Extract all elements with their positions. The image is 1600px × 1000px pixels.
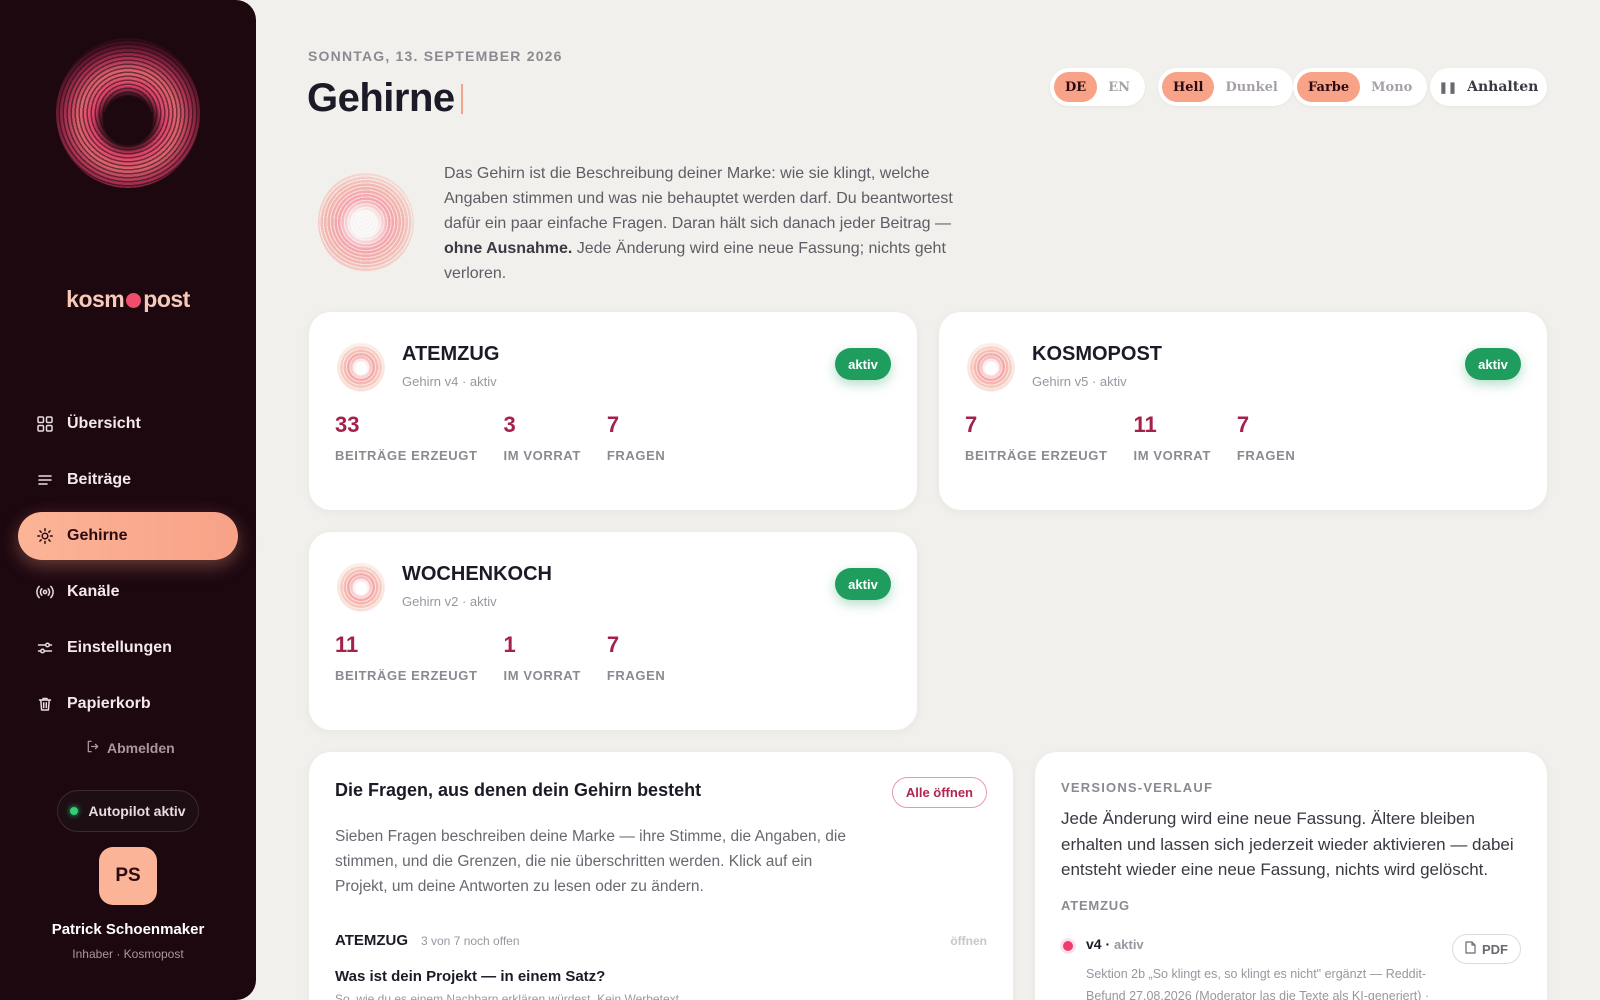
color-mono-option[interactable]: Mono — [1360, 72, 1423, 102]
user-role: Inhaber · Kosmopost — [72, 947, 184, 961]
nav-item-einstellungen[interactable]: Einstellungen — [18, 624, 238, 672]
avatar[interactable]: PS — [99, 847, 157, 905]
theme-toggle: Hell Dunkel — [1158, 68, 1293, 106]
nav-item-kanaele[interactable]: Kanäle — [18, 568, 238, 616]
open-all-button[interactable]: Alle öffnen — [891, 777, 987, 808]
page-date: SONNTAG, 13. SEPTEMBER 2026 — [308, 48, 563, 64]
stat-stock: 1 IM VORRAT — [503, 632, 581, 683]
brain-card-atemzug[interactable]: ATEMZUG Gehirn v4 · aktiv aktiv 33 BEITRÄ… — [309, 312, 917, 510]
lines-icon — [36, 471, 54, 489]
brain-stats: 7 BEITRÄGE ERZEUGT 11 IM VORRAT 7 FRAGEN — [965, 412, 1321, 463]
brain-orb-logo — [56, 38, 200, 188]
lang-de-option[interactable]: DE — [1054, 72, 1098, 102]
brain-orb-icon — [337, 562, 385, 612]
stat-questions: 7 FRAGEN — [1236, 412, 1296, 463]
status-dot-icon — [70, 807, 79, 815]
brand-logo[interactable]: kosm post — [0, 286, 256, 313]
brain-stats: 33 BEITRÄGE ERZEUGT 3 IM VORRAT 7 FRAGEN — [335, 412, 691, 463]
version-project-name: ATEMZUG — [1061, 898, 1130, 913]
version-history-label: VERSIONS-VERLAUF — [1061, 780, 1214, 795]
brain-orb-icon — [967, 342, 1015, 392]
questions-title: Die Fragen, aus denen dein Gehirn besteh… — [335, 780, 702, 800]
brain-orb-illustration — [318, 172, 414, 272]
stat-posts: 33 BEITRÄGE ERZEUGT — [335, 412, 478, 463]
sliders-icon — [36, 639, 54, 657]
nav-item-papierkorb[interactable]: Papierkorb — [18, 680, 238, 728]
version-entry-title: v4 · aktiv — [1086, 936, 1144, 952]
brain-name: ATEMZUG — [402, 343, 500, 365]
active-version-dot-icon — [1063, 941, 1073, 951]
open-project-link[interactable]: öffnen — [950, 934, 987, 948]
stat-posts: 11 BEITRÄGE ERZEUGT — [335, 632, 478, 683]
language-toggle: DE EN — [1050, 68, 1145, 106]
pause-icon: ❚❚ — [1438, 80, 1458, 94]
brain-card-kosmopost[interactable]: KOSMOPOST Gehirn v5 · aktiv aktiv 7 BEITR… — [939, 312, 1547, 510]
brain-name: WOCHENKOCH — [402, 563, 552, 585]
brain-name: KOSMOPOST — [1032, 343, 1163, 365]
trash-icon — [36, 695, 54, 713]
logout-link[interactable]: Abmelden — [86, 740, 175, 756]
nav-item-beitraege[interactable]: Beiträge — [18, 456, 238, 504]
version-history-card: VERSIONS-VERLAUF Jede Änderung wird eine… — [1035, 752, 1547, 1000]
stat-posts: 7 BEITRÄGE ERZEUGT — [965, 412, 1108, 463]
stat-questions: 7 FRAGEN — [606, 412, 666, 463]
sidebar: kosm post Übersicht Beiträge Gehirne Kanä… — [0, 0, 256, 1000]
page-title: Gehirne — [307, 76, 463, 121]
main-nav: Übersicht Beiträge Gehirne Kanäle Einste… — [18, 400, 238, 736]
version-history-description: Jede Änderung wird eine neue Fassung. Äl… — [1061, 809, 1514, 879]
theme-dunkel-option[interactable]: Dunkel — [1214, 72, 1288, 102]
brain-version: Gehirn v2 · aktiv — [402, 594, 497, 609]
version-entry-note: Sektion 2b „So klingt es, so klingt es n… — [1086, 967, 1430, 1000]
nav-item-uebersicht[interactable]: Übersicht — [18, 400, 238, 448]
brain-stats: 11 BEITRÄGE ERZEUGT 1 IM VORRAT 7 FRAGEN — [335, 632, 691, 683]
sun-icon — [36, 527, 54, 545]
intro-text: Das Gehirn ist die Beschreibung deiner M… — [444, 165, 953, 282]
question-hint: So, wie du es einem Nachbarn erklären wü… — [335, 992, 683, 1000]
broadcast-icon — [36, 583, 54, 601]
file-icon — [1465, 941, 1476, 957]
logout-icon — [86, 740, 99, 756]
title-caret — [460, 84, 463, 114]
brain-version: Gehirn v4 · aktiv — [402, 374, 497, 389]
theme-hell-option[interactable]: Hell — [1162, 72, 1215, 102]
stat-questions: 7 FRAGEN — [606, 632, 666, 683]
questions-card: Die Fragen, aus denen dein Gehirn besteh… — [309, 752, 1013, 1000]
question-item[interactable]: Was ist dein Projekt — in einem Satz? — [335, 968, 605, 985]
brain-card-wochenkoch[interactable]: WOCHENKOCH Gehirn v2 · aktiv aktiv 11 BEI… — [309, 532, 917, 730]
color-farbe-option[interactable]: Farbe — [1297, 72, 1361, 102]
brain-version: Gehirn v5 · aktiv — [1032, 374, 1127, 389]
user-name: Patrick Schoenmaker — [51, 921, 205, 938]
status-badge: aktiv — [1465, 348, 1521, 380]
status-badge: aktiv — [835, 348, 891, 380]
nav-item-gehirne[interactable]: Gehirne — [18, 512, 238, 560]
questions-project-meta: 3 von 7 noch offen — [421, 934, 520, 948]
stat-stock: 3 IM VORRAT — [503, 412, 581, 463]
pdf-export-button[interactable]: PDF — [1452, 934, 1521, 964]
brand-dot-icon — [126, 293, 142, 308]
color-toggle: Farbe Mono — [1293, 68, 1428, 106]
questions-project-name[interactable]: ATEMZUG — [335, 932, 408, 949]
pause-button[interactable]: ❚❚ Anhalten — [1430, 68, 1547, 106]
autopilot-status[interactable]: Autopilot aktiv — [57, 790, 199, 832]
questions-description: Sieben Fragen beschreiben deine Marke — … — [335, 828, 846, 895]
brain-orb-icon — [337, 342, 385, 392]
grid-icon — [36, 415, 54, 433]
lang-en-option[interactable]: EN — [1097, 72, 1141, 102]
stat-stock: 11 IM VORRAT — [1133, 412, 1211, 463]
status-badge: aktiv — [835, 568, 891, 600]
